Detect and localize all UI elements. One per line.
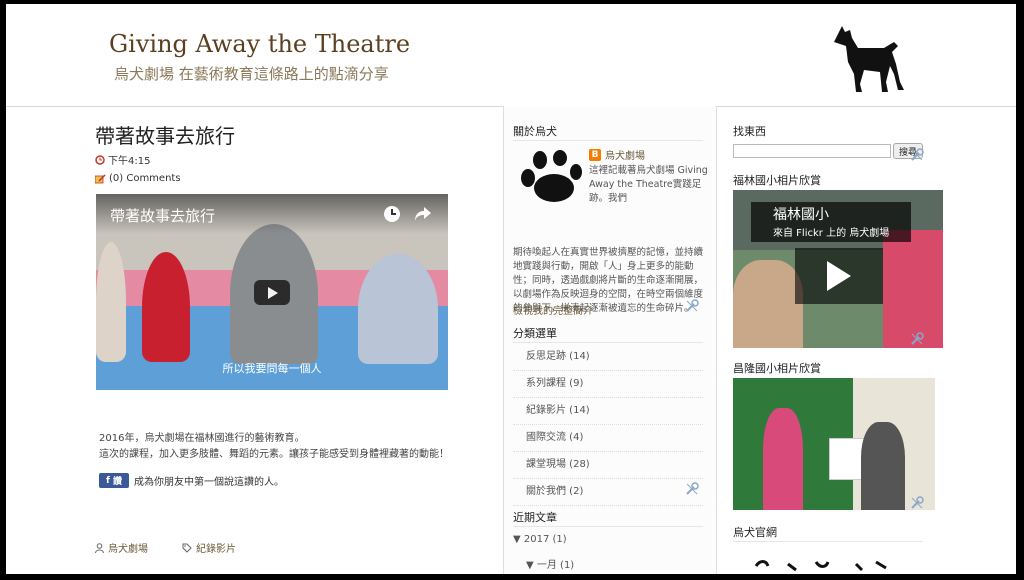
video-person — [96, 242, 126, 362]
post-author: 烏犬劇場 — [95, 540, 148, 555]
video-title[interactable]: 帶著故事去旅行 — [110, 205, 215, 226]
archive-title: 近期文章 — [513, 511, 557, 524]
post-body-line: 這次的課程，加入更多肢體、舞蹈的元素。讓孩子能感受到身體裡藏著的動能！ — [99, 449, 449, 460]
comment-pencil-icon — [95, 173, 106, 183]
video-player[interactable]: 帶著故事去旅行 所以我要問每一個人 — [96, 194, 448, 390]
profile-name-link[interactable]: 烏犬劇場 — [605, 147, 645, 162]
video-person — [142, 252, 190, 362]
category-item[interactable]: 系列課程 (9) — [513, 371, 703, 398]
divider — [733, 541, 923, 542]
post-comments-row: (0) Comments — [95, 173, 181, 184]
blog-description: 烏犬劇場 在藝術教育這條路上的點滴分享 — [114, 65, 389, 83]
flickr-photo-detail — [883, 230, 943, 348]
divider — [513, 526, 703, 527]
category-item[interactable]: 反思足跡 (14) — [513, 344, 703, 371]
post-body-line: 2016年，烏犬劇場在福林國進行的藝術教育。 — [99, 433, 305, 444]
blog-title[interactable]: Giving Away the Theatre — [109, 30, 410, 58]
dog-logo-icon — [834, 26, 904, 92]
category-list: 反思足跡 (14) 系列課程 (9) 紀錄影片 (14) 國際交流 (4) 課堂… — [513, 344, 703, 506]
post-time-row: 下午4:15 — [95, 152, 150, 167]
flickr1-title: 福林國小相片欣賞 — [733, 174, 821, 187]
flickr-slideshow-2[interactable] — [733, 378, 935, 510]
facebook-like-label: 讚 — [112, 477, 122, 487]
play-button[interactable] — [254, 280, 290, 305]
post-title[interactable]: 帶著故事去旅行 — [95, 120, 235, 149]
post-time-link[interactable]: 下午4:15 — [108, 152, 150, 167]
archive-year[interactable]: ▼ 2017 (1) — [513, 534, 567, 545]
paw-avatar-icon[interactable] — [518, 150, 584, 204]
share-icon[interactable] — [414, 206, 432, 222]
edit-wrench-icon[interactable] — [910, 332, 924, 346]
profile-name-row: B 烏犬劇場 — [589, 147, 645, 162]
category-item[interactable]: 關於我們 (2) — [513, 479, 703, 506]
label-link[interactable]: 紀錄影片 — [196, 540, 236, 555]
post-body: 2016年，烏犬劇場在福林國進行的藝術教育。 這次的課程，加入更多肢體、舞蹈的元… — [99, 431, 449, 463]
sidebar-about: 關於烏犬 B 烏犬劇場 這裡記載著烏犬劇場 Giving Away the Th… — [503, 106, 717, 574]
divider — [513, 140, 703, 141]
about-head-text: 這裡記載著烏犬劇場 Giving Away the Theatre實踐足跡。我們 — [589, 165, 708, 204]
main-column: 帶著故事去旅行 下午4:15 (0) Comments 帶著故事去旅行 所以我要… — [92, 106, 498, 574]
video-person — [358, 254, 438, 364]
search-title: 找東西 — [733, 125, 766, 138]
flickr2-title: 昌隆國小相片欣賞 — [733, 362, 821, 375]
author-link[interactable]: 烏犬劇場 — [108, 540, 148, 555]
official-site-title: 烏犬官網 — [733, 526, 777, 539]
edit-wrench-icon[interactable] — [910, 496, 924, 510]
official-site-logo-icon[interactable] — [736, 552, 926, 574]
edit-wrench-icon[interactable] — [910, 148, 924, 162]
flickr-photo-person — [733, 260, 803, 348]
comments-link[interactable]: (0) Comments — [109, 173, 181, 184]
archive-month[interactable]: ▼ 一月 (1) — [526, 556, 574, 571]
categories-title: 分類選單 — [513, 327, 557, 340]
category-item[interactable]: 課堂現場 (28) — [513, 452, 703, 479]
flickr-slideshow-1[interactable]: 福林國小 來自 Flickr 上的 烏犬劇場 — [733, 190, 943, 348]
flickr1-album-title: 福林國小 — [773, 207, 829, 223]
flickr-play-button[interactable] — [795, 248, 883, 304]
blog-header: Giving Away the Theatre 烏犬劇場 在藝術教育這條路上的點… — [6, 4, 1016, 107]
video-caption: 所以我要問每一個人 — [222, 362, 322, 375]
category-item[interactable]: 國際交流 (4) — [513, 425, 703, 452]
facebook-like-row: f 讚 成為你朋友中第一個說這讚的人。 — [99, 473, 284, 488]
facebook-like-button[interactable]: f 讚 — [99, 473, 129, 488]
sidebar-widgets: 找東西 搜尋 福林國小相片欣賞 福林國小 來自 Flickr 上的 烏犬劇場 昌… — [716, 106, 1016, 574]
edit-wrench-icon[interactable] — [685, 482, 699, 496]
person-icon — [95, 542, 104, 553]
view-profile-link[interactable]: 檢視我的完整簡介 — [513, 302, 593, 317]
post-label: 紀錄影片 — [182, 540, 236, 555]
page: Giving Away the Theatre 烏犬劇場 在藝術教育這條路上的點… — [6, 4, 1016, 574]
divider — [513, 342, 703, 343]
watch-later-icon[interactable] — [383, 205, 401, 223]
category-item[interactable]: 紀錄影片 (14) — [513, 398, 703, 425]
clock-icon — [95, 154, 105, 165]
flickr1-source: 來自 Flickr 上的 烏犬劇場 — [773, 228, 890, 239]
post-footer: 烏犬劇場 紀錄影片 — [95, 540, 236, 555]
blogger-icon: B — [589, 148, 601, 161]
tag-icon — [182, 543, 192, 553]
facebook-like-text: 成為你朋友中第一個說這讚的人。 — [134, 477, 284, 488]
photo-child — [763, 408, 803, 510]
edit-wrench-icon[interactable] — [685, 299, 699, 313]
search-input[interactable] — [733, 144, 891, 158]
photo-teacher — [861, 422, 905, 510]
about-title: 關於烏犬 — [513, 125, 557, 138]
facebook-f-icon: f — [106, 475, 110, 486]
